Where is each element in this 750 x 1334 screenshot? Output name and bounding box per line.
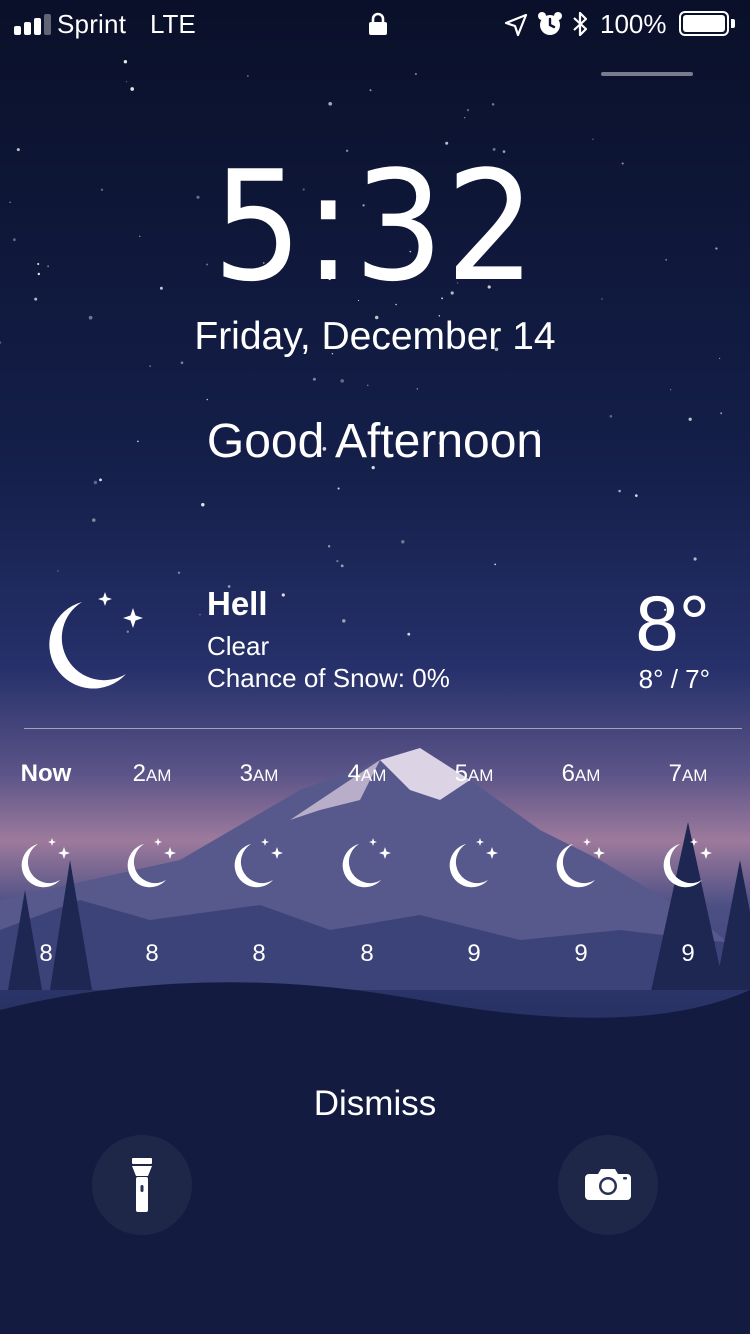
hour-label: 7AM <box>668 760 708 787</box>
star <box>199 614 201 616</box>
moon-stars-icon <box>663 838 712 888</box>
star <box>247 75 249 77</box>
hour-label: Now <box>20 760 72 787</box>
location-arrow-icon <box>504 13 528 37</box>
star <box>466 108 470 112</box>
star <box>57 570 59 572</box>
lock-icon <box>369 12 387 35</box>
star <box>92 518 96 522</box>
flashlight-icon <box>132 1158 152 1212</box>
star <box>401 540 405 544</box>
hour-temperature: 9 <box>574 940 588 967</box>
moon-stars-icon <box>342 838 391 888</box>
star <box>206 398 209 401</box>
bluetooth-icon <box>573 11 588 37</box>
hour-temperature: 8 <box>360 940 374 967</box>
crescent-moon-icon <box>356 607 389 641</box>
star <box>312 377 316 381</box>
carrier-name: Sprint <box>57 9 127 39</box>
signal-strength-icon <box>14 13 54 35</box>
star <box>281 593 285 597</box>
star <box>669 388 672 391</box>
star <box>16 148 20 152</box>
current-temperature: 8° <box>635 579 710 667</box>
star <box>463 116 466 119</box>
star <box>342 619 346 623</box>
moon-stars-icon <box>127 838 176 888</box>
dismiss-button[interactable]: Dismiss <box>0 1084 750 1124</box>
camera-icon <box>585 1169 631 1200</box>
star <box>369 89 372 92</box>
star <box>99 478 102 482</box>
star <box>201 502 205 507</box>
camera-button[interactable] <box>558 1135 658 1235</box>
moon-stars-icon <box>556 838 605 888</box>
alarm-clock-icon <box>538 12 562 35</box>
star <box>407 632 411 636</box>
weather-location: Hell <box>207 585 268 622</box>
greeting-text: Good Afternoon <box>206 415 544 468</box>
star <box>416 388 419 390</box>
lock-screen-date: Friday, December 14 <box>194 315 556 358</box>
star <box>414 72 417 76</box>
hour-temperature: 8 <box>39 940 53 967</box>
weather-divider <box>24 728 742 729</box>
hourly-forecast: Now 8 2AM 8 3AM 8 4AM 8 5AM 9 6AM 9 7AM … <box>0 760 750 980</box>
flashlight-button[interactable] <box>92 1135 192 1235</box>
hour-label: 4AM <box>347 760 387 787</box>
star <box>93 480 98 485</box>
star <box>340 379 344 383</box>
weather-condition: Clear <box>207 631 270 661</box>
star <box>340 564 344 568</box>
lock-screen-time: 5:32 <box>212 138 538 315</box>
star <box>177 571 181 575</box>
notification-grabber-handle[interactable] <box>601 72 693 76</box>
star <box>9 201 11 204</box>
star <box>337 487 340 490</box>
hour-temperature: 8 <box>252 940 266 967</box>
moon-stars-icon <box>234 838 283 888</box>
star <box>125 80 128 83</box>
battery-fill <box>683 15 725 32</box>
moon-stars-icon <box>21 838 70 888</box>
hour-label: 3AM <box>239 760 279 787</box>
high-low-temperature: 8° / 7° <box>638 664 710 694</box>
star <box>130 87 135 91</box>
star <box>618 489 621 493</box>
hour-temperature: 9 <box>681 940 695 967</box>
hour-label: 5AM <box>454 760 494 787</box>
star <box>327 545 331 548</box>
moon-stars-icon <box>49 592 143 689</box>
battery-icon <box>679 11 735 36</box>
network-type: LTE <box>150 9 196 39</box>
star <box>634 494 638 497</box>
hour-label: 2AM <box>132 760 172 787</box>
hour-temperature: 8 <box>145 940 159 967</box>
moon-stars-icon <box>449 838 498 888</box>
star <box>328 101 333 106</box>
star <box>149 365 152 368</box>
star <box>13 238 16 242</box>
hour-label: 6AM <box>561 760 601 787</box>
star <box>693 557 697 561</box>
weather-precipitation-chance: Chance of Snow: 0% <box>207 663 450 693</box>
star <box>180 361 184 365</box>
star <box>494 563 497 566</box>
star <box>367 384 369 387</box>
battery-percentage: 100% <box>600 9 667 39</box>
star <box>491 103 495 106</box>
status-bar: Sprint LTE 100% <box>0 0 750 48</box>
star <box>123 60 128 64</box>
star <box>336 559 339 563</box>
hour-temperature: 9 <box>467 940 481 967</box>
